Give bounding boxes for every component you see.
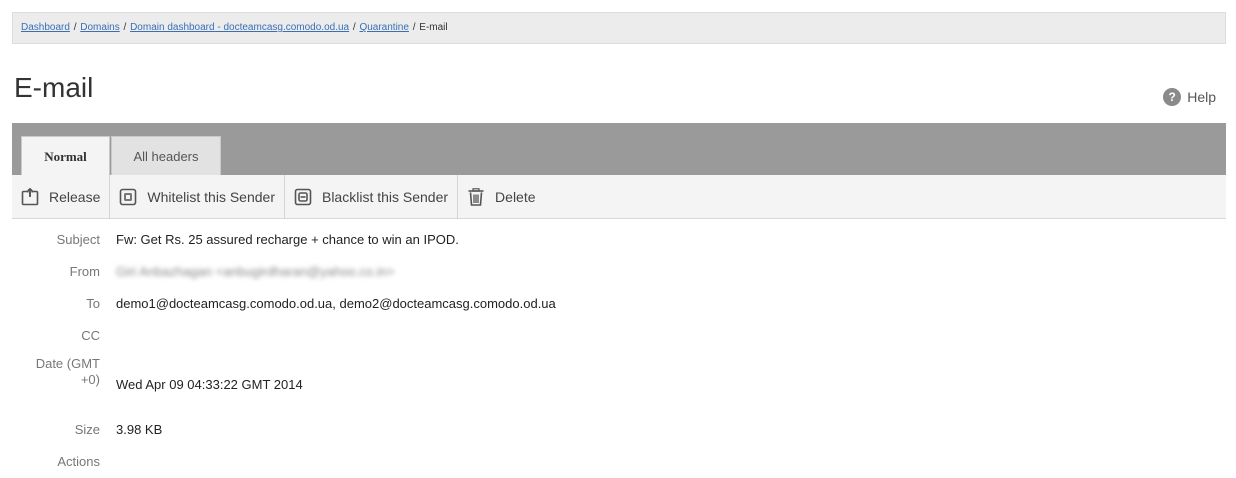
breadcrumb-link-domains[interactable]: Domains [80,22,119,33]
to-value: demo1@docteamcasg.comodo.od.ua, demo2@do… [116,296,556,311]
whitelist-sender-label: Whitelist this Sender [147,188,275,205]
help-label: Help [1187,89,1216,105]
breadcrumb-current: E-mail [419,22,448,33]
tab-strip: Normal All headers [12,123,1226,175]
breadcrumb-separator: / [123,22,127,33]
date-label-line-1: Date (GMT [35,356,100,371]
delete-button[interactable]: Delete [458,175,544,219]
question-icon: ? [1163,88,1182,106]
release-label: Release [49,188,101,205]
from-label: From [69,264,100,279]
release-button[interactable]: Release [12,174,111,219]
breadcrumb-separator: / [73,22,77,33]
subject-value: Fw: Get Rs. 25 assured recharge + chance… [116,232,459,247]
page-title: E-mail [14,72,94,103]
whitelist-sender-button[interactable]: Whitelist this Sender [110,174,285,219]
breadcrumb-link-dashboard[interactable]: Dashboard [21,22,70,33]
tab-normal[interactable]: Normal [21,136,110,175]
breadcrumb-separator: / [352,22,356,33]
size-label: Size [74,422,100,437]
from-value: Giri Anbazhagan <anbugirdharan@yahoo.co.… [116,264,395,279]
subject-label: Subject [56,232,100,247]
breadcrumb: Dashboard / Domains / Domain dashboard -… [12,12,1226,44]
blacklist-sender-label: Blacklist this Sender [321,188,449,205]
email-details: Subject Fw: Get Rs. 25 assured recharge … [12,220,1226,478]
size-value: 3.98 KB [116,422,163,437]
actions-label: Actions [57,454,100,469]
page-header: E-mail ? Help [12,58,1226,116]
trash-icon [468,187,484,206]
breadcrumb-separator: / [412,22,416,33]
date-label: Date (GMT +0) [12,356,100,388]
tab-all-headers[interactable]: All headers [111,136,221,175]
date-label-line-2: +0) [80,372,100,387]
blacklist-icon [294,188,312,205]
delete-label: Delete [495,188,536,205]
breadcrumb-link-quarantine[interactable]: Quarantine [359,22,408,33]
help-link[interactable]: ? Help [1163,88,1216,106]
whitelist-icon [120,188,137,205]
release-icon [21,187,39,205]
date-value: Wed Apr 09 04:33:22 GMT 2014 [116,377,303,392]
cc-label: CC [81,328,100,343]
toolbar: Release Whitelist this Sender Blacklist … [12,174,1226,219]
breadcrumb-link-domain-dashboard[interactable]: Domain dashboard - docteamcasg.comodo.od… [130,22,349,33]
blacklist-sender-button[interactable]: Blacklist this Sender [285,174,459,219]
to-label: To [86,296,100,311]
